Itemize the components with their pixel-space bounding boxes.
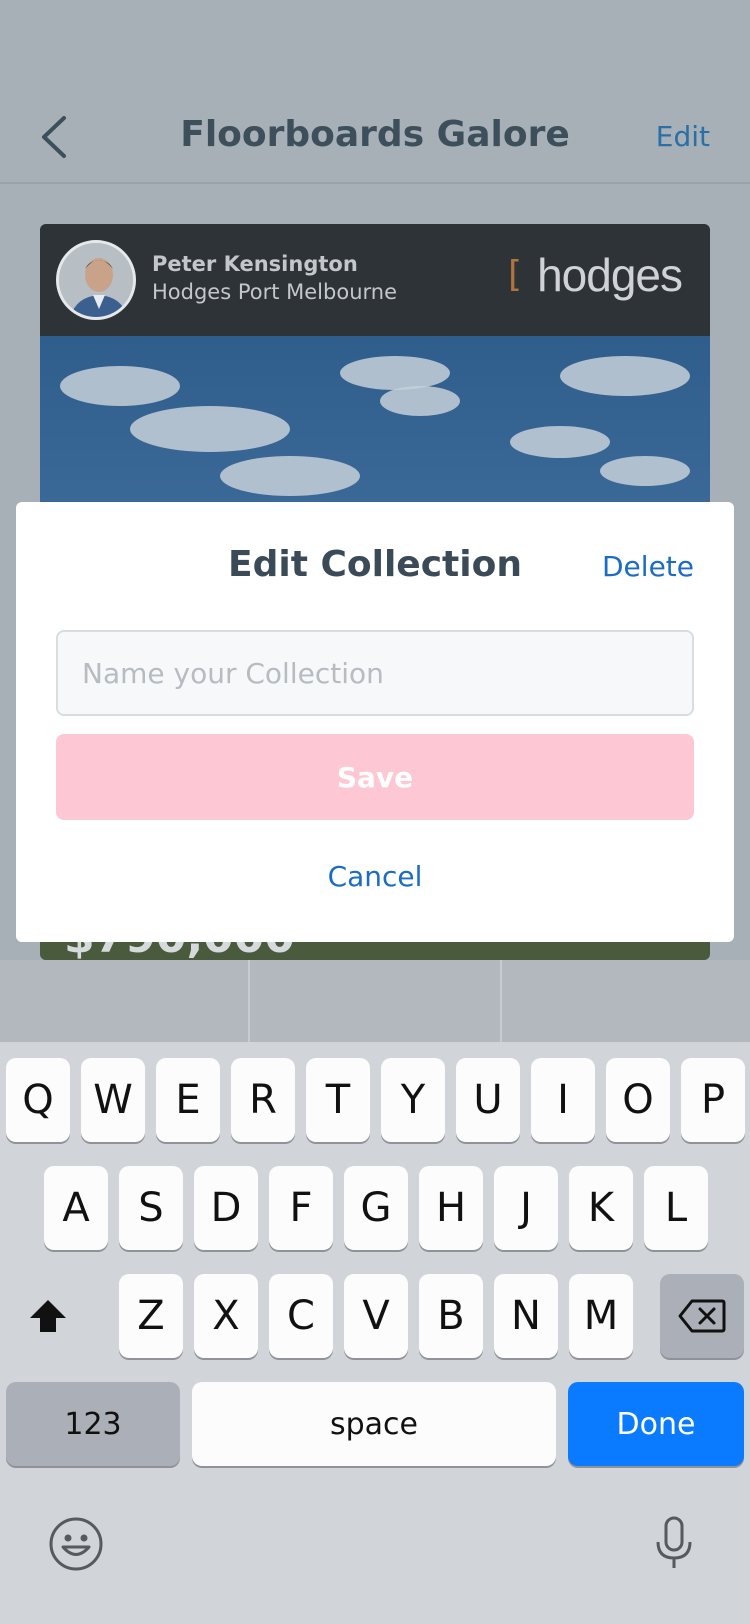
key-s[interactable]: S — [119, 1166, 183, 1250]
numbers-key[interactable]: 123 — [6, 1382, 180, 1466]
key-d[interactable]: D — [194, 1166, 258, 1250]
key-c[interactable]: C — [269, 1274, 333, 1358]
nav-bar: Floorboards Galore Edit — [0, 90, 750, 184]
key-z[interactable]: Z — [119, 1274, 183, 1358]
key-p[interactable]: P — [681, 1058, 745, 1142]
agent-name: Peter Kensington — [152, 252, 358, 276]
space-key[interactable]: space — [192, 1382, 556, 1466]
brand-logo: hodges — [537, 249, 683, 301]
key-w[interactable]: W — [81, 1058, 145, 1142]
key-e[interactable]: E — [156, 1058, 220, 1142]
avatar — [56, 240, 136, 320]
key-f[interactable]: F — [269, 1166, 333, 1250]
backspace-icon — [678, 1299, 726, 1333]
microphone-icon — [656, 1516, 692, 1568]
key-x[interactable]: X — [194, 1274, 258, 1358]
dictation-button[interactable] — [642, 1512, 706, 1576]
key-o[interactable]: O — [606, 1058, 670, 1142]
key-y[interactable]: Y — [381, 1058, 445, 1142]
backspace-key[interactable] — [660, 1274, 744, 1358]
key-m[interactable]: M — [569, 1274, 633, 1358]
key-a[interactable]: A — [44, 1166, 108, 1250]
key-b[interactable]: B — [419, 1274, 483, 1358]
save-button[interactable]: Save — [56, 734, 694, 820]
key-g[interactable]: G — [344, 1166, 408, 1250]
key-l[interactable]: L — [644, 1166, 708, 1250]
key-n[interactable]: N — [494, 1274, 558, 1358]
key-h[interactable]: H — [419, 1166, 483, 1250]
keyboard: Q W E R T Y U I O P A S D F G H J K L Z … — [0, 1042, 750, 1624]
key-u[interactable]: U — [456, 1058, 520, 1142]
agent-office: Hodges Port Melbourne — [152, 280, 397, 304]
brand-bracket: [ — [507, 254, 522, 295]
edit-collection-modal: Edit Collection Delete Save Cancel — [16, 502, 734, 942]
emoji-button[interactable] — [44, 1512, 108, 1576]
key-q[interactable]: Q — [6, 1058, 70, 1142]
keyboard-suggestions-bar — [0, 960, 750, 1042]
edit-button[interactable]: Edit — [656, 120, 710, 153]
suggestion-divider — [248, 960, 250, 1042]
key-j[interactable]: J — [494, 1166, 558, 1250]
key-k[interactable]: K — [569, 1166, 633, 1250]
suggestion-divider — [500, 960, 502, 1042]
delete-button[interactable]: Delete — [602, 550, 694, 583]
key-i[interactable]: I — [531, 1058, 595, 1142]
cancel-button[interactable]: Cancel — [16, 860, 734, 893]
key-t[interactable]: T — [306, 1058, 370, 1142]
shift-key[interactable] — [10, 1274, 86, 1358]
done-key[interactable]: Done — [568, 1382, 744, 1466]
collection-name-input[interactable] — [56, 630, 694, 716]
key-v[interactable]: V — [344, 1274, 408, 1358]
emoji-icon — [49, 1517, 103, 1571]
agent-header: Peter Kensington Hodges Port Melbourne [… — [40, 224, 710, 336]
agent-photo — [59, 243, 133, 317]
key-r[interactable]: R — [231, 1058, 295, 1142]
shift-icon — [30, 1300, 66, 1332]
page-title: Floorboards Galore — [180, 114, 570, 155]
